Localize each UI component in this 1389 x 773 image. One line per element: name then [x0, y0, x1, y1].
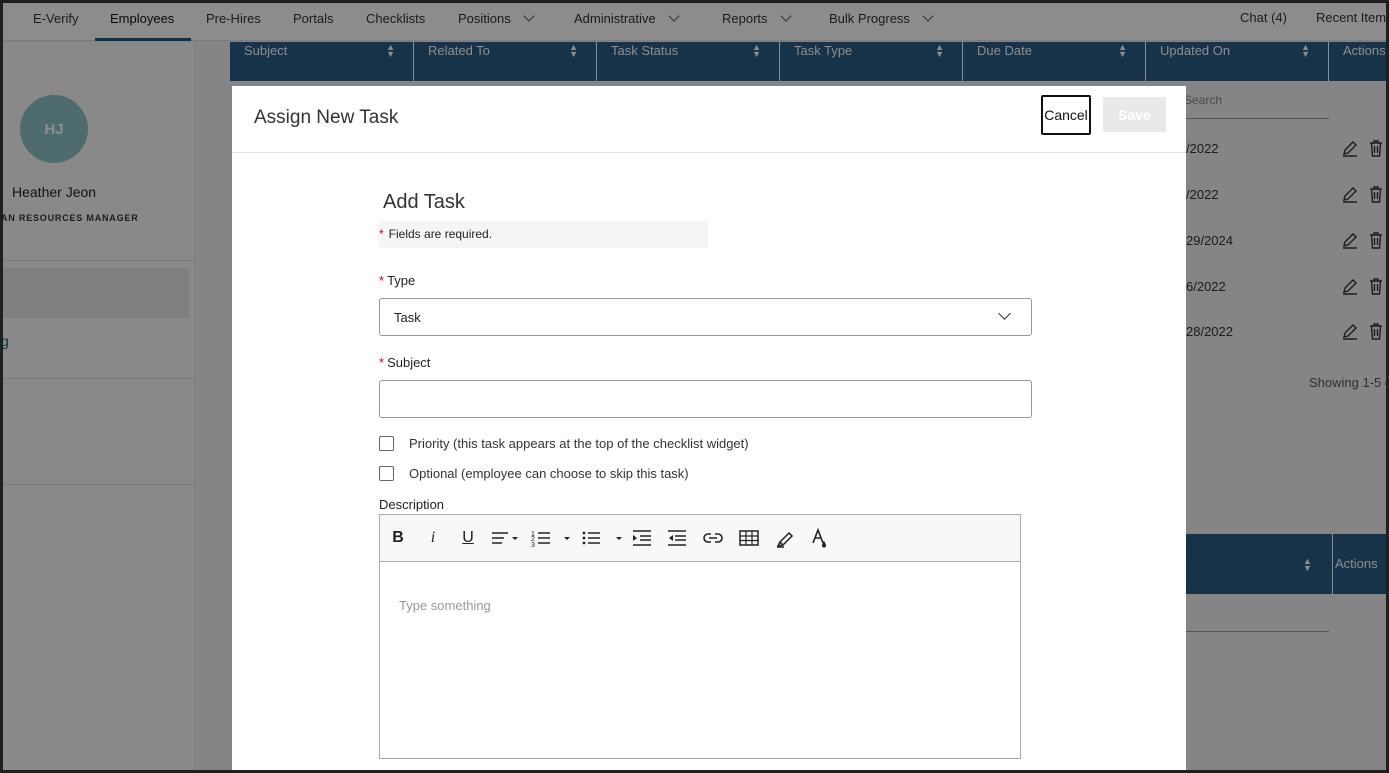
outdent-icon[interactable]: [667, 527, 687, 549]
highlighter-icon[interactable]: [774, 527, 796, 549]
bold-icon[interactable]: B: [388, 527, 408, 549]
italic-icon[interactable]: i: [424, 527, 442, 549]
text-color-icon[interactable]: [810, 527, 830, 549]
description-placeholder: Type something: [399, 598, 491, 613]
indent-icon[interactable]: [632, 527, 652, 549]
priority-checkbox-label[interactable]: Priority (this task appears at the top o…: [409, 436, 749, 451]
subject-input[interactable]: [379, 380, 1032, 418]
bullet-list-icon[interactable]: [581, 527, 623, 549]
required-fields-note: * Fields are required.: [379, 221, 708, 248]
modal-title: Assign New Task: [254, 107, 399, 128]
description-editor: B i U 123 Type something: [379, 514, 1021, 759]
ordered-list-icon[interactable]: 123: [530, 527, 570, 549]
svg-text:3: 3: [531, 542, 535, 549]
subject-label: * Subject: [379, 355, 431, 370]
editor-toolbar: B i U 123: [380, 515, 1020, 562]
priority-checkbox[interactable]: [379, 436, 394, 451]
chevron-down-icon: [998, 307, 1011, 320]
form-title: Add Task: [383, 191, 465, 213]
save-button[interactable]: Save: [1103, 97, 1166, 132]
app-frame: E-Verify Employees Pre-Hires Portals Che…: [3, 3, 1386, 770]
description-textarea[interactable]: Type something: [380, 562, 1020, 758]
optional-checkbox[interactable]: [379, 466, 394, 481]
underline-icon[interactable]: U: [458, 527, 478, 549]
required-star: *: [379, 227, 384, 241]
align-icon[interactable]: [490, 527, 522, 549]
modal-header: Assign New Task Cancel Save: [232, 86, 1186, 153]
type-select[interactable]: Task: [379, 298, 1032, 336]
link-icon[interactable]: [702, 527, 724, 549]
type-select-value: Task: [394, 310, 421, 325]
cancel-button[interactable]: Cancel: [1041, 95, 1091, 135]
table-icon[interactable]: [738, 527, 760, 549]
description-label: Description: [379, 497, 445, 512]
assign-task-modal: Assign New Task Cancel Save Add Task * Fi…: [232, 86, 1186, 770]
type-label: * Type: [379, 273, 416, 288]
optional-checkbox-label[interactable]: Optional (employee can choose to skip th…: [409, 466, 689, 481]
